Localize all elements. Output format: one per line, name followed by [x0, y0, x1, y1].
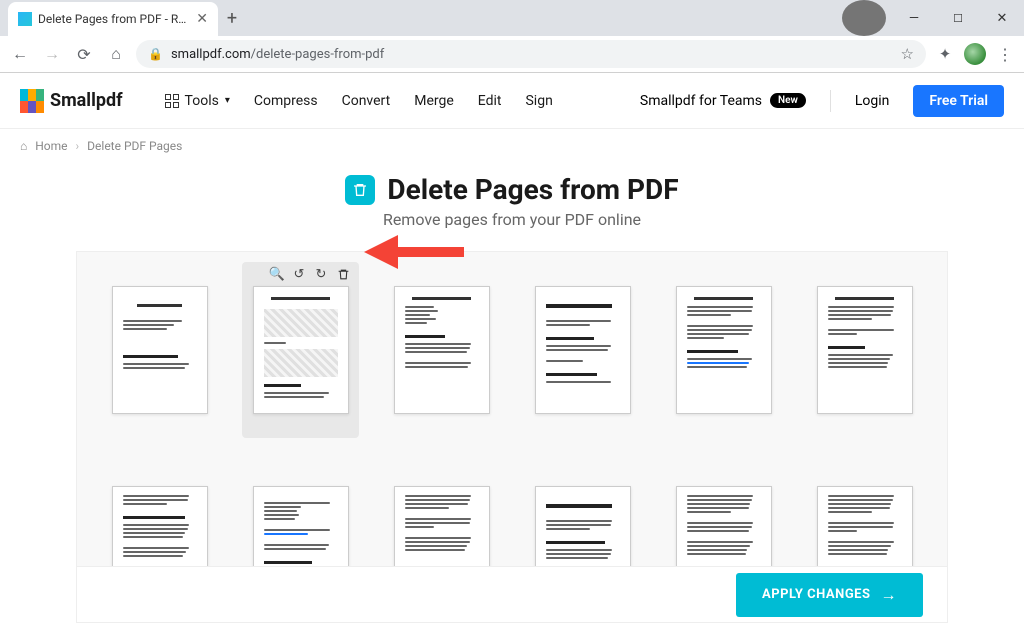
page-thumb-2[interactable]: 🔍 ↺ ↻ — [242, 262, 359, 438]
nav-tools-dropdown[interactable]: Tools ▾ — [165, 93, 230, 109]
nav-login[interactable]: Login — [855, 93, 890, 109]
breadcrumb-separator: › — [76, 139, 80, 153]
nav-convert[interactable]: Convert — [342, 93, 391, 109]
browser-tab[interactable]: Delete Pages from PDF - Remove ✕ — [8, 2, 218, 36]
page-thumb-3[interactable] — [383, 262, 500, 438]
bookmark-star-icon[interactable]: ☆ — [901, 45, 914, 63]
apply-changes-button[interactable]: APPLY CHANGES → — [736, 573, 923, 617]
nav-teams-link[interactable]: Smallpdf for Teams New — [640, 93, 806, 109]
window-minimize-button[interactable] — [892, 0, 936, 36]
nav-compress[interactable]: Compress — [254, 93, 318, 109]
browser-home-button[interactable]: ⌂ — [104, 42, 128, 66]
nav-merge[interactable]: Merge — [414, 93, 454, 109]
lock-icon: 🔒 — [148, 47, 163, 61]
apply-bar: APPLY CHANGES → — [77, 566, 947, 622]
zoom-in-icon[interactable]: 🔍 — [269, 266, 285, 282]
window-close-button[interactable] — [980, 0, 1024, 36]
page-thumb-6[interactable] — [806, 262, 923, 438]
page-thumb-5[interactable] — [665, 262, 782, 438]
breadcrumb-current: Delete PDF Pages — [87, 139, 182, 153]
page-thumb-1[interactable] — [101, 262, 218, 438]
profile-avatar[interactable] — [964, 43, 986, 65]
apply-label: APPLY CHANGES — [762, 587, 871, 602]
teams-label: Smallpdf for Teams — [640, 93, 762, 109]
window-maximize-button[interactable]: ☐ — [936, 0, 980, 36]
workspace: 🔍 ↺ ↻ — [76, 251, 948, 623]
page-subtitle: Remove pages from your PDF online — [0, 210, 1024, 229]
brand-logo[interactable]: Smallpdf — [20, 89, 123, 113]
url-domain: smallpdf.com — [171, 47, 251, 62]
chrome-account-icon[interactable] — [842, 0, 886, 36]
chevron-down-icon: ▾ — [225, 95, 230, 106]
browser-menu-icon[interactable]: ⋮ — [994, 45, 1016, 64]
address-bar[interactable]: 🔒 smallpdf.com/delete-pages-from-pdf ☆ — [136, 40, 926, 68]
page-hero: Delete Pages from PDF Remove pages from … — [0, 163, 1024, 241]
browser-forward-button[interactable]: → — [40, 42, 64, 66]
extensions-icon[interactable]: ✦ — [934, 43, 956, 65]
free-trial-button[interactable]: Free Trial — [913, 85, 1004, 117]
page-title: Delete Pages from PDF — [387, 173, 678, 206]
browser-reload-button[interactable]: ⟳ — [72, 42, 96, 66]
page-tools: 🔍 ↺ ↻ — [269, 266, 351, 282]
nav-tools-label: Tools — [185, 93, 219, 109]
badge-new: New — [770, 93, 806, 108]
tab-title: Delete Pages from PDF - Remove — [38, 12, 190, 26]
brand-name: Smallpdf — [50, 90, 123, 111]
new-tab-button[interactable]: + — [218, 4, 246, 32]
rotate-left-icon[interactable]: ↺ — [291, 266, 307, 282]
delete-page-icon[interactable] — [335, 266, 351, 282]
breadcrumb-home[interactable]: Home — [35, 139, 67, 153]
breadcrumb: ⌂ Home › Delete PDF Pages — [0, 129, 1024, 163]
logo-icon — [20, 89, 44, 113]
home-icon: ⌂ — [20, 139, 27, 153]
page-thumb-4[interactable] — [524, 262, 641, 438]
rotate-right-icon[interactable]: ↻ — [313, 266, 329, 282]
browser-back-button[interactable]: ← — [8, 42, 32, 66]
url-path: /delete-pages-from-pdf — [251, 47, 385, 62]
divider — [830, 90, 831, 112]
nav-sign[interactable]: Sign — [525, 93, 552, 109]
grid-icon — [165, 94, 179, 108]
arrow-right-icon: → — [881, 585, 898, 605]
trash-icon — [345, 175, 375, 205]
app-header: Smallpdf Tools ▾ Compress Convert Merge … — [0, 73, 1024, 129]
nav-edit[interactable]: Edit — [478, 93, 502, 109]
tab-close-icon[interactable]: ✕ — [196, 11, 208, 27]
favicon-icon — [18, 12, 32, 26]
